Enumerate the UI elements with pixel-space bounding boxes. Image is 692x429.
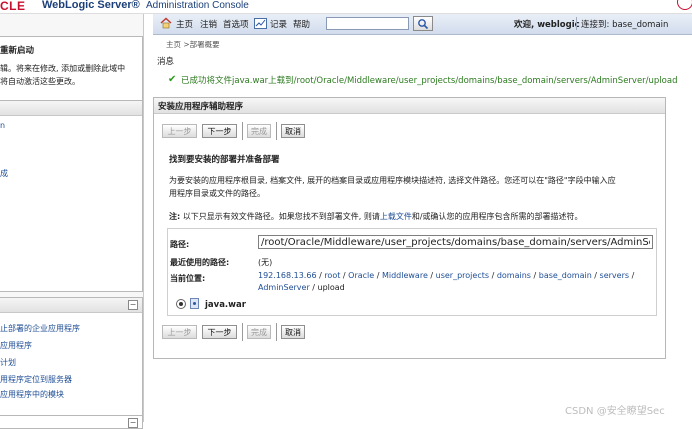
domain-structure-header <box>0 101 142 116</box>
location-crumb[interactable]: Middleware <box>382 271 428 280</box>
file-radio[interactable] <box>176 299 186 309</box>
oracle-circle-icon <box>677 0 692 10</box>
csdn-watermark: CSDN @安全瞭望Sec <box>565 406 665 417</box>
cancel-button[interactable]: 取消 <box>281 325 305 339</box>
button-divider <box>242 122 243 140</box>
search-button[interactable] <box>413 16 433 31</box>
button-divider <box>276 323 277 341</box>
location-crumb[interactable]: user_projects <box>436 271 489 280</box>
description-line-1: 为要安装的应用程序根目录, 档案文件, 展开的档案目录或应用程序模块描述符, 选… <box>169 176 616 185</box>
search-input[interactable] <box>326 17 409 30</box>
nav-divider <box>576 17 577 30</box>
next-button[interactable]: 下一步 <box>202 325 237 339</box>
location-current: upload <box>317 283 345 292</box>
collapse-icon[interactable]: − <box>128 418 138 428</box>
location-crumb[interactable]: 192.168.13.66 <box>258 271 317 280</box>
location-crumb[interactable]: domains <box>497 271 531 280</box>
note: 注: 以下只显示有效文件路径。如果您找不到部署文件, 则请上载文件和/或确认您的… <box>169 211 583 222</box>
panel-title: 安装应用程序辅助程序 <box>158 102 244 112</box>
nav-home[interactable]: 主页 <box>176 18 193 30</box>
how-do-i-header: − <box>0 298 142 313</box>
archive-file-icon <box>190 298 199 309</box>
record-icon[interactable] <box>254 18 267 29</box>
change-center-text-2: 将自动激活这些更改。 <box>0 77 80 86</box>
location-crumb[interactable]: Oracle <box>348 271 374 280</box>
location-crumb[interactable]: root <box>324 271 340 280</box>
recent-paths-value: (无) <box>258 258 273 267</box>
recent-paths-label: 最近使用的路径: <box>170 258 230 267</box>
success-check-icon: ✔ <box>168 74 177 85</box>
how-do-i-item[interactable]: 用程序定位到服务器 <box>0 374 72 385</box>
change-center-panel: 重新启动 辑。将来在修改, 添加或删除此域中 将自动激活这些更改。 <box>0 36 143 108</box>
system-status-panel: − <box>0 415 143 429</box>
file-name: java.war <box>205 300 246 310</box>
product-name: WebLogic Server® <box>42 0 140 11</box>
how-do-i-item[interactable]: 应用程序 <box>0 340 32 351</box>
search-icon <box>418 19 429 30</box>
cancel-button[interactable]: 取消 <box>281 124 305 138</box>
collapse-icon[interactable]: − <box>128 300 138 310</box>
home-icon[interactable] <box>160 17 172 29</box>
nav-help[interactable]: 帮助 <box>293 18 310 30</box>
product-subtitle: Administration Console <box>146 0 249 11</box>
button-divider <box>276 122 277 140</box>
next-button[interactable]: 下一步 <box>202 124 237 138</box>
finish-button[interactable]: 完成 <box>247 325 271 339</box>
location-crumb[interactable]: base_domain <box>539 271 592 280</box>
how-do-i-panel: − 止部署的企业应用程序 应用程序 计划 用程序定位到服务器 应用程序中的模块 <box>0 297 143 417</box>
connected-domain: 连接到: base_domain <box>581 20 669 30</box>
app-header: CLE WebLogic Server® Administration Cons… <box>0 0 692 14</box>
change-center-text-1: 辑。将来在修改, 添加或删除此域中 <box>0 64 126 73</box>
top-nav-bar: 主页 注销 首选项 记录 帮助 欢迎, weblogic 连接到: base_d… <box>153 14 692 35</box>
note-label: 注: <box>169 212 181 221</box>
current-location-label: 当前位置: <box>170 274 206 283</box>
messages-title: 消息 <box>157 57 175 67</box>
how-do-i-item[interactable]: 计划 <box>0 357 16 368</box>
finish-button[interactable]: 完成 <box>247 124 271 138</box>
nav-logout[interactable]: 注销 <box>200 18 217 30</box>
back-button[interactable]: 上一步 <box>162 325 197 339</box>
current-location-line-1: 192.168.13.66 / root / Oracle / Middlewa… <box>258 271 635 280</box>
install-assistant-panel: 安装应用程序辅助程序 上一步 下一步 完成 取消 找到要安装的部署并准备部署 为… <box>153 97 666 359</box>
path-label: 路径: <box>170 240 190 249</box>
button-divider <box>242 323 243 341</box>
panel-header: 安装应用程序辅助程序 <box>154 98 665 114</box>
back-button[interactable]: 上一步 <box>162 124 197 138</box>
note-text-1: 以下只显示有效文件路径。如果您找不到部署文件, 则请 <box>182 212 380 221</box>
section-heading: 找到要安装的部署并准备部署 <box>169 155 280 165</box>
oracle-logo: CLE <box>0 0 26 13</box>
location-crumb[interactable]: servers <box>600 271 630 280</box>
current-location-line-2: AdminServer / upload <box>258 283 345 292</box>
success-message: 已成功将文件java.war上载到/root/Oracle/Middleware… <box>181 76 678 86</box>
how-do-i-item[interactable]: 应用程序中的模块 <box>0 389 64 400</box>
location-crumb[interactable]: AdminServer <box>258 283 310 292</box>
welcome-text: 欢迎, weblogic <box>514 20 580 30</box>
breadcrumb[interactable]: 主页 >部署概要 <box>166 39 220 50</box>
file-row[interactable]: java.war <box>172 296 656 314</box>
upload-files-link[interactable]: 上载文件 <box>380 212 412 221</box>
nav-record[interactable]: 记录 <box>270 18 287 30</box>
path-input[interactable] <box>258 235 653 249</box>
how-do-i-item[interactable]: 止部署的企业应用程序 <box>0 323 80 334</box>
note-text-2: 和/或确认您的应用程序包含所需的部署描述符。 <box>411 212 583 221</box>
nav-preferences[interactable]: 首选项 <box>223 18 249 30</box>
domain-tree-item-1[interactable]: n <box>0 121 5 130</box>
domain-tree-item-2[interactable]: 成 <box>0 168 8 179</box>
restart-link[interactable]: 重新启动 <box>0 44 34 56</box>
domain-structure-panel: n 成 <box>0 100 143 292</box>
description-line-2: 用程序目录或文件的路径。 <box>169 189 265 198</box>
left-sidebar: 重新启动 辑。将来在修改, 添加或删除此域中 将自动激活这些更改。 n 成 − … <box>0 14 144 429</box>
